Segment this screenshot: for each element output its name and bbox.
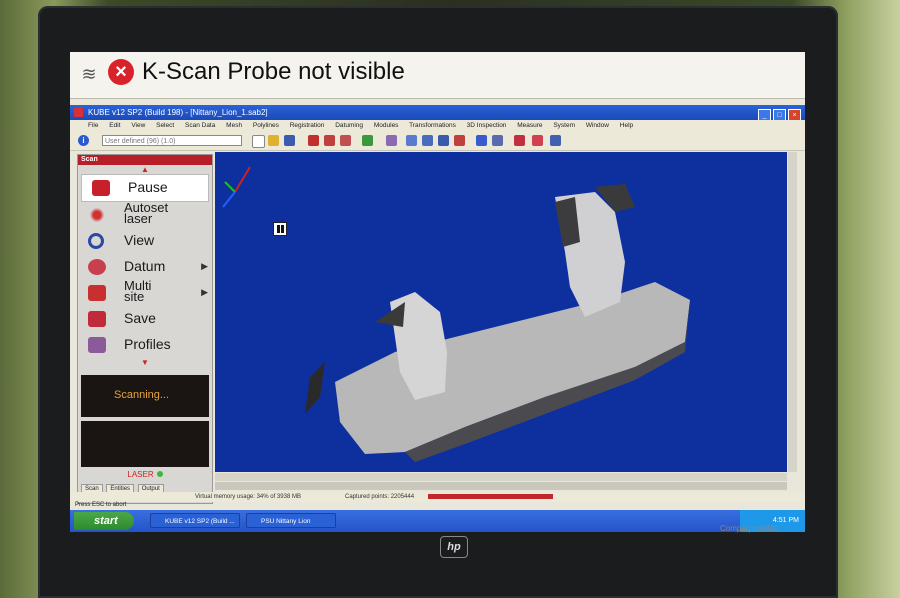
capture-progress-bar [428,494,553,499]
laptop-model: Compaq nc8430 [720,524,779,533]
layout-icon[interactable] [550,135,561,146]
datum-icon [88,259,106,275]
profiles-label: Profiles [124,336,171,352]
new-file-icon[interactable] [252,135,265,148]
datum-button[interactable]: Datum ▶ [78,254,212,280]
info-icon[interactable]: i [78,135,89,146]
scroll-down-icon[interactable]: ▼ [78,358,212,367]
menu-window[interactable]: Window [586,122,609,129]
status-footer: Virtual memory usage: 34% of 3938 MB Cap… [70,492,805,502]
menu-transformations[interactable]: Transformations [409,122,456,129]
scroll-up-icon[interactable]: ▲ [78,165,212,174]
magnifier-icon [88,233,104,249]
floppy-icon [88,311,106,327]
start-button[interactable]: start [74,512,134,530]
menu-file[interactable]: File [88,122,98,129]
vertical-scrollbar[interactable] [788,152,797,472]
taskbar-item-psu[interactable]: PSU Nittany Lion [246,513,336,528]
probe-status-bar: ≋ × K-Scan Probe not visible [70,52,805,99]
scanning-status-box: Scanning... [81,375,209,417]
multisite-icon [88,285,106,301]
laptop-screen: ≋ × K-Scan Probe not visible KUBE v12 SP… [70,52,805,532]
pause-button[interactable]: Pause [81,174,209,202]
autoset-laser-button[interactable]: Autoset laser [78,200,212,228]
pan-icon[interactable] [454,135,465,146]
color-icon[interactable] [532,135,543,146]
mesh-icon[interactable] [324,135,335,146]
view-button[interactable]: View [78,228,212,254]
open-folder-icon[interactable] [268,135,279,146]
window-title-bar: KUBE v12 SP2 (Build 198) - [Nittany_Lion… [70,105,805,122]
menu-scan-data[interactable]: Scan Data [185,122,215,129]
menu-help[interactable]: Help [620,122,633,129]
menu-bar: File Edit View Select Scan Data Mesh Pol… [70,120,805,132]
capture-progress-fill [428,494,553,499]
view-label: View [124,232,155,248]
move-icon[interactable] [476,135,487,146]
pause-label: Pause [128,179,168,195]
scan-render [222,166,690,462]
error-icon: × [108,59,134,85]
3d-viewport[interactable] [215,152,787,472]
menu-mesh[interactable]: Mesh [226,122,242,129]
coordinate-system-select[interactable]: User defined (96) (1.0) [102,135,242,146]
window-title: KUBE v12 SP2 (Build 198) - [Nittany_Lion… [88,108,268,117]
scan-preview-box [81,421,209,467]
menu-system[interactable]: System [553,122,575,129]
wireless-icon: ≋ [81,64,97,84]
pause-icon [92,180,110,196]
save-icon[interactable] [284,135,295,146]
clock: 4:51 PM [772,517,799,524]
captured-points: Captured points: 2205444 [345,494,415,500]
align-icon[interactable] [492,135,503,146]
chevron-right-icon: ▶ [201,261,208,271]
viewport-pause-icon[interactable] [273,222,287,236]
taskbar-item-kube[interactable]: KUBE v12 SP2 (Build ... [150,513,240,528]
autoset-laser-label: Autoset laser [124,200,169,226]
profiles-icon [88,337,106,353]
hp-logo-icon: hp [440,536,468,558]
main-toolbar: i User defined (96) (1.0) [70,132,805,151]
chevron-right-icon: ▶ [201,287,208,297]
report-icon[interactable] [514,135,525,146]
select-icon[interactable] [308,135,319,146]
laser-indicator: LASER [78,470,212,480]
horizontal-scrollbar[interactable] [215,473,787,481]
polyline-icon[interactable] [340,135,351,146]
esc-hint: Press ESC to abort [75,502,127,508]
menu-edit[interactable]: Edit [109,122,120,129]
zoom-fit-icon[interactable] [422,135,433,146]
menu-measure[interactable]: Measure [517,122,542,129]
menu-registration[interactable]: Registration [290,122,325,129]
virtual-memory-usage: Virtual memory usage: 34% of 3938 MB [195,494,301,500]
multi-site-button[interactable]: Multi site ▶ [78,278,212,306]
menu-view[interactable]: View [131,122,145,129]
zoom-icon[interactable] [406,135,417,146]
save-button[interactable]: Save [78,306,212,332]
menu-polylines[interactable]: Polylines [253,122,279,129]
probe-status-message: K-Scan Probe not visible [142,58,405,85]
profiles-button[interactable]: Profiles [78,332,212,358]
laser-status-dot-icon [156,471,163,477]
taskbar: start KUBE v12 SP2 (Build ... PSU Nittan… [70,510,805,532]
menu-select[interactable]: Select [156,122,174,129]
datum-label: Datum [124,258,166,274]
menu-datuming[interactable]: Datuming [335,122,363,129]
scan-panel: Scan ▲ Pause Autoset laser View Datum ▶ … [77,154,213,504]
save-label: Save [124,310,156,326]
menu-3d-inspection[interactable]: 3D Inspection [467,122,507,129]
cube-icon[interactable] [386,135,397,146]
menu-modules[interactable]: Modules [374,122,399,129]
app-logo-icon [74,108,83,117]
scanning-text: Scanning... [114,389,170,401]
multi-site-label: Multi site [124,278,152,304]
laser-label: LASER [127,470,154,479]
laser-icon [88,207,106,223]
refresh-icon[interactable] [362,135,373,146]
rotate-icon[interactable] [438,135,449,146]
horizontal-scrollbar-secondary[interactable] [215,482,787,490]
scan-panel-header: Scan [78,155,212,165]
